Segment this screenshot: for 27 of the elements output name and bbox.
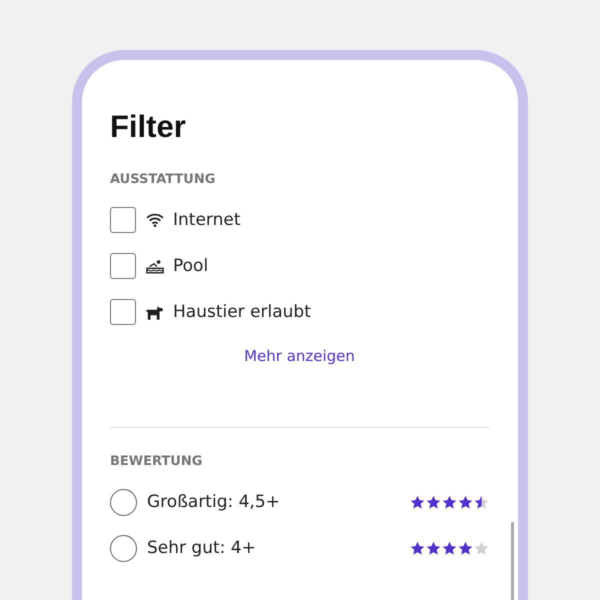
star-icon [458,540,473,556]
swimmer-icon [146,258,164,274]
star-icon [458,494,473,510]
checkbox[interactable] [110,207,136,233]
radio-button[interactable] [110,488,137,516]
star-icon [426,540,441,556]
show-more-link[interactable]: Mehr anzeigen [244,347,355,365]
star-icon [426,494,441,510]
star-icon [474,494,489,510]
star-icon [474,540,489,556]
checkbox[interactable] [110,253,136,279]
star-icon [410,494,425,510]
amenity-label: Internet [173,210,241,230]
dog-icon [146,304,164,320]
star-icon [442,494,457,510]
checkbox[interactable] [110,299,136,325]
rating-label: Großartig: 4,5+ [147,492,280,512]
star-icon [442,540,457,556]
star-icon [410,540,425,556]
amenity-label: Haustier erlaubt [173,302,311,322]
wifi-icon [146,213,164,227]
section-heading: BEWERTUNG [110,454,202,469]
radio-button[interactable] [110,534,137,562]
page-title: Filter [110,108,186,146]
section-heading: AUSSTATTUNG [110,172,216,187]
rating-label: Sehr gut: 4+ [147,538,256,558]
amenity-label: Pool [173,256,208,276]
